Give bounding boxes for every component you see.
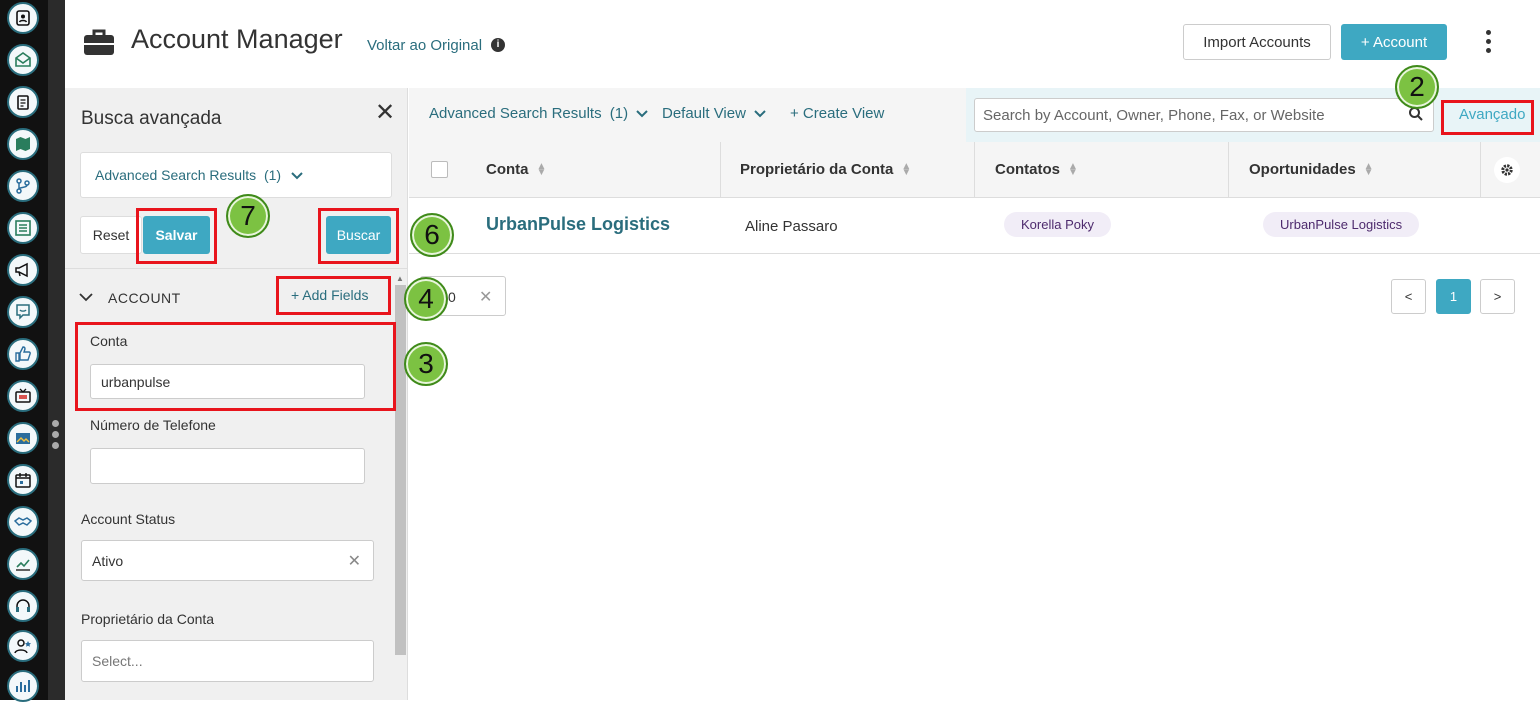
column-header-owner[interactable]: Proprietário da Conta ▲ ▼ xyxy=(740,161,911,178)
highlight-advanced xyxy=(1441,100,1534,135)
highlight-conta-field xyxy=(75,322,396,411)
saved-search-select[interactable]: Advanced Search Results (1) xyxy=(80,152,392,198)
status-select[interactable]: Ativo ✕ xyxy=(81,540,374,581)
contact-chip[interactable]: Korella Poky xyxy=(1004,212,1111,237)
column-label: Proprietário da Conta xyxy=(740,161,894,178)
column-divider xyxy=(1228,142,1229,198)
column-header-conta[interactable]: Conta ▲ ▼ xyxy=(486,161,546,178)
rail-resize-handle[interactable] xyxy=(52,420,60,453)
default-view-dropdown[interactable]: Default View xyxy=(662,105,766,122)
more-options-icon[interactable] xyxy=(1483,30,1493,56)
thumbs-up-icon[interactable] xyxy=(7,338,39,370)
step-badge-4: 4 xyxy=(404,277,448,321)
highlight-search xyxy=(318,208,399,264)
back-to-original-link[interactable]: Voltar ao Original xyxy=(367,37,482,54)
step-badge-3: 3 xyxy=(404,342,448,386)
column-divider xyxy=(720,142,721,198)
clipboard-icon[interactable] xyxy=(7,86,39,118)
scroll-up-icon[interactable]: ▲ xyxy=(396,274,404,283)
app-rail xyxy=(0,0,48,702)
column-header-contacts[interactable]: Contatos ▲ ▼ xyxy=(995,161,1078,178)
headset-icon[interactable] xyxy=(7,590,39,622)
mail-icon[interactable] xyxy=(7,44,39,76)
highlight-add-fields xyxy=(276,276,391,315)
reset-button[interactable]: Reset xyxy=(80,216,142,254)
saved-search-value: Advanced Search Results xyxy=(95,167,257,183)
page-header: Account Manager Voltar ao Original i Imp… xyxy=(65,0,1540,88)
owner-label: Proprietário da Conta xyxy=(81,611,215,627)
results-view-label: Advanced Search Results xyxy=(429,105,602,122)
close-icon[interactable]: ✕ xyxy=(375,98,395,127)
add-account-button[interactable]: + Account xyxy=(1341,24,1447,60)
chevron-down-icon xyxy=(636,110,649,118)
step-badge-7: 7 xyxy=(226,194,270,238)
step-badge-2: 2 xyxy=(1395,65,1439,109)
panel-divider xyxy=(65,268,408,269)
account-name-link[interactable]: UrbanPulse Logistics xyxy=(486,214,670,235)
saved-search-count: (1) xyxy=(263,167,282,183)
select-all-checkbox[interactable] xyxy=(431,161,448,178)
clear-icon[interactable]: ✕ xyxy=(348,551,361,571)
list-icon[interactable] xyxy=(7,212,39,244)
sort-icon: ▲ ▼ xyxy=(536,161,547,179)
map-icon[interactable] xyxy=(7,128,39,160)
default-view-label: Default View xyxy=(662,105,746,122)
chart-icon[interactable] xyxy=(7,548,39,580)
rail-separator xyxy=(48,0,65,700)
page-title: Account Manager xyxy=(131,24,343,54)
column-label: Oportunidades xyxy=(1249,161,1356,178)
panel-scroll-thumb[interactable] xyxy=(395,285,406,655)
next-page-button[interactable]: > xyxy=(1480,279,1515,314)
phone-label: Número de Telefone xyxy=(90,417,216,433)
gear-icon[interactable] xyxy=(1494,157,1520,183)
page-1-button[interactable]: 1 xyxy=(1436,279,1471,314)
contacts-icon[interactable] xyxy=(7,2,39,34)
results-view-dropdown[interactable]: Advanced Search Results (1) xyxy=(429,105,649,122)
column-label: Contatos xyxy=(995,161,1060,178)
chevron-down-icon[interactable] xyxy=(79,290,93,304)
status-label: Account Status xyxy=(81,511,176,527)
column-header-opportunities[interactable]: Oportunidades ▲ ▼ xyxy=(1249,161,1374,178)
account-section-title[interactable]: ACCOUNT xyxy=(108,290,181,306)
chevron-down-icon xyxy=(291,172,303,180)
highlight-save xyxy=(136,208,217,264)
column-divider xyxy=(974,142,975,198)
owner-select[interactable]: Select... xyxy=(81,640,374,682)
bar-chart-icon[interactable] xyxy=(7,670,39,702)
create-view-link[interactable]: + Create View xyxy=(790,105,884,122)
account-owner: Aline Passaro xyxy=(745,218,838,235)
megaphone-icon[interactable] xyxy=(7,254,39,286)
column-label: Conta xyxy=(486,161,529,178)
briefcase-icon xyxy=(84,29,114,55)
chevron-down-icon xyxy=(754,110,766,118)
clear-icon[interactable]: ✕ xyxy=(479,287,492,307)
step-badge-6: 6 xyxy=(410,213,454,257)
per-page-value: 0 xyxy=(448,289,456,305)
sort-icon: ▲ ▼ xyxy=(1068,161,1078,179)
results-view-count: (1) xyxy=(609,105,629,122)
search-input[interactable]: Search by Account, Owner, Phone, Fax, or… xyxy=(974,98,1434,132)
column-divider xyxy=(1480,142,1481,198)
status-value: Ativo xyxy=(92,552,124,569)
sort-icon: ▲ ▼ xyxy=(901,161,912,179)
branch-icon[interactable] xyxy=(7,170,39,202)
handshake-icon[interactable] xyxy=(7,506,39,538)
calendar-icon[interactable] xyxy=(7,464,39,496)
chat-icon[interactable] xyxy=(7,296,39,328)
tv-icon[interactable] xyxy=(7,380,39,412)
sort-icon: ▲ ▼ xyxy=(1363,161,1374,179)
phone-input[interactable] xyxy=(90,448,365,484)
opportunity-chip[interactable]: UrbanPulse Logistics xyxy=(1263,212,1420,237)
prev-page-button[interactable]: < xyxy=(1391,279,1426,314)
gallery-icon[interactable] xyxy=(7,422,39,454)
info-icon[interactable]: i xyxy=(491,38,505,52)
panel-title: Busca avançada xyxy=(81,108,222,129)
import-accounts-button[interactable]: Import Accounts xyxy=(1183,24,1331,60)
user-star-icon[interactable] xyxy=(7,630,39,662)
